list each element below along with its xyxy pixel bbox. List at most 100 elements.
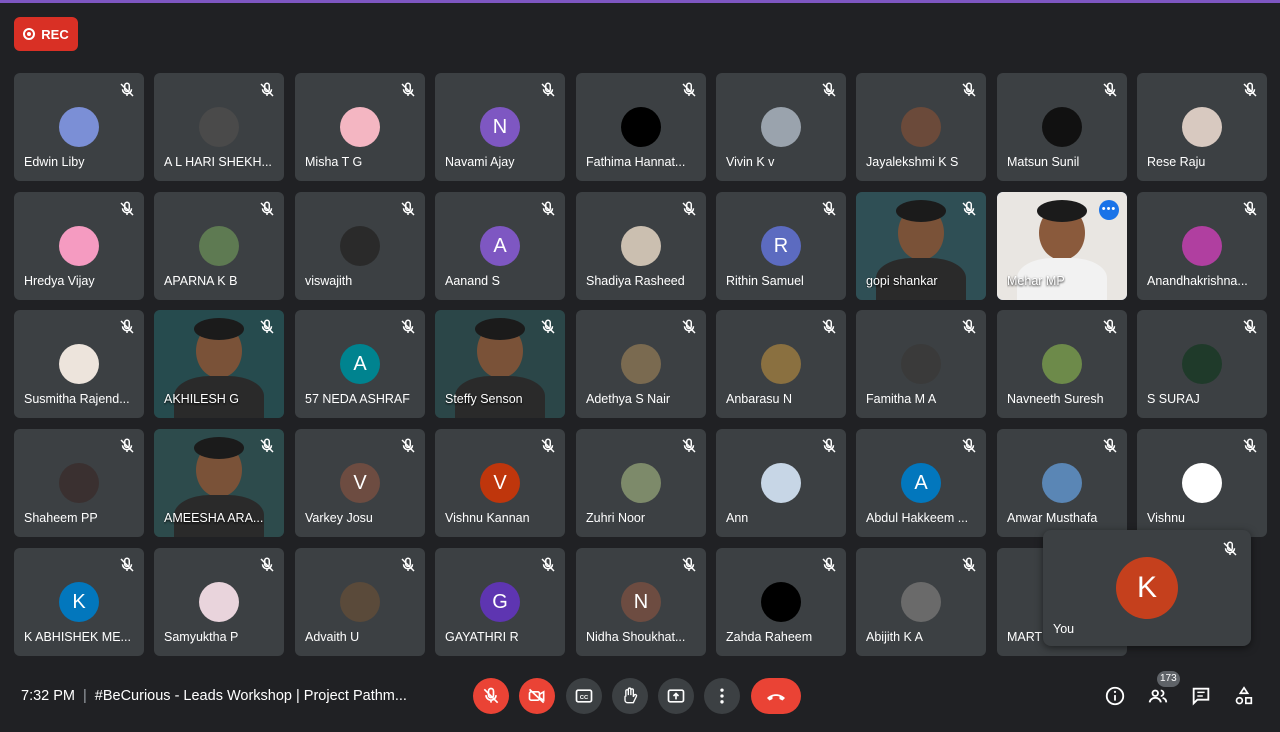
participant-tile[interactable]: Famitha M A — [856, 310, 986, 418]
mic-off-icon — [1243, 82, 1257, 97]
mic-off-icon — [401, 319, 415, 334]
participant-tile[interactable]: V Varkey Josu — [295, 429, 425, 537]
participant-name: gopi shankar — [866, 274, 938, 288]
participant-name: Samyuktha P — [164, 630, 239, 644]
participant-name: Misha T G — [305, 155, 363, 169]
participant-tile[interactable]: APARNA K B — [154, 192, 284, 300]
participant-avatar — [621, 463, 661, 503]
participant-tile[interactable]: AKHILESH G — [154, 310, 284, 418]
participant-name: Zuhri Noor — [586, 511, 646, 525]
people-button[interactable] — [1146, 684, 1170, 708]
mic-off-icon — [962, 438, 976, 453]
participant-tile[interactable]: Anwar Musthafa — [997, 429, 1127, 537]
participant-tile[interactable]: Steffy Senson — [435, 310, 565, 418]
participant-name: Hredya Vijay — [24, 274, 95, 288]
leave-call-button[interactable] — [751, 678, 801, 714]
participant-tile[interactable]: N Nidha Shoukhat... — [576, 548, 706, 656]
participant-tile[interactable]: Samyuktha P — [154, 548, 284, 656]
participant-avatar — [621, 226, 661, 266]
mic-off-icon — [120, 319, 134, 334]
participant-tile[interactable]: Matsun Sunil — [997, 73, 1127, 181]
participant-name: Edwin Liby — [24, 155, 85, 169]
participant-tile[interactable]: Shaheem PP — [14, 429, 144, 537]
participant-tile[interactable]: Ann — [716, 429, 846, 537]
activities-button[interactable] — [1232, 684, 1256, 708]
participant-tile[interactable]: A L HARI SHEKH... — [154, 73, 284, 181]
participant-name: Shadiya Rasheed — [586, 274, 685, 288]
participant-tile[interactable]: V Vishnu Kannan — [435, 429, 565, 537]
top-accent-line — [0, 0, 1280, 3]
participant-tile[interactable]: R Rithin Samuel — [716, 192, 846, 300]
captions-button[interactable]: CC — [566, 678, 602, 714]
participant-tile[interactable]: Anandhakrishna... — [1137, 192, 1267, 300]
participant-name: A L HARI SHEKH... — [164, 155, 272, 169]
participant-name: Steffy Senson — [445, 392, 523, 406]
participant-name: Shaheem PP — [24, 511, 98, 525]
participant-tile[interactable]: Anbarasu N — [716, 310, 846, 418]
participant-name: Aanand S — [445, 274, 500, 288]
participant-tile[interactable]: A 57 NEDA ASHRAF — [295, 310, 425, 418]
mic-off-icon — [682, 319, 696, 334]
bottom-bar: 7:32 PM | #BeCurious - Leads Workshop | Pr… — [0, 668, 1280, 732]
separator: | — [83, 688, 87, 704]
participant-tile[interactable]: gopi shankar — [856, 192, 986, 300]
participant-tile[interactable]: Misha T G — [295, 73, 425, 181]
participant-name: GAYATHRI R — [445, 630, 519, 644]
participant-name: Adethya S Nair — [586, 392, 671, 406]
more-options-button[interactable] — [704, 678, 740, 714]
participant-tile[interactable]: Susmitha Rajend... — [14, 310, 144, 418]
participant-tile[interactable]: Advaith U — [295, 548, 425, 656]
participant-tile[interactable]: Fathima Hannat... — [576, 73, 706, 181]
participant-tile[interactable]: viswajith — [295, 192, 425, 300]
participant-avatar — [621, 107, 661, 147]
participant-tile[interactable]: ••• Mehar MP — [997, 192, 1127, 300]
chat-button[interactable] — [1189, 684, 1213, 708]
participant-avatar — [761, 463, 801, 503]
raise-hand-button[interactable] — [612, 678, 648, 714]
participant-tile[interactable]: N Navami Ajay — [435, 73, 565, 181]
mic-off-icon — [260, 557, 274, 572]
self-view-tile[interactable]: K You — [1043, 530, 1251, 646]
toggle-camera-button[interactable] — [519, 678, 555, 714]
participant-tile[interactable]: Rese Raju — [1137, 73, 1267, 181]
participant-name: Anandhakrishna... — [1147, 274, 1248, 288]
participant-tile[interactable]: Hredya Vijay — [14, 192, 144, 300]
participant-tile[interactable]: K K ABHISHEK ME... — [14, 548, 144, 656]
participant-tile[interactable]: Shadiya Rasheed — [576, 192, 706, 300]
toggle-microphone-button[interactable] — [473, 678, 509, 714]
recording-indicator[interactable]: REC — [14, 17, 78, 51]
participant-tile[interactable]: Abijith K A — [856, 548, 986, 656]
participant-name: Famitha M A — [866, 392, 937, 406]
meeting-details-button[interactable] — [1103, 684, 1127, 708]
participant-tile[interactable]: Navneeth Suresh — [997, 310, 1127, 418]
participant-tile[interactable]: Jayalekshmi K S — [856, 73, 986, 181]
participant-avatar — [1182, 226, 1222, 266]
participant-tile[interactable]: Vishnu — [1137, 429, 1267, 537]
tile-options-icon[interactable]: ••• — [1099, 200, 1119, 220]
participant-tile[interactable]: AMEESHA ARA... — [154, 429, 284, 537]
mic-off-icon — [120, 201, 134, 216]
mic-off-icon — [822, 557, 836, 572]
participant-avatar — [199, 226, 239, 266]
mic-off-icon — [401, 557, 415, 572]
mic-off-icon — [962, 82, 976, 97]
participant-avatar — [1042, 463, 1082, 503]
mic-off-icon — [962, 319, 976, 334]
participant-tile[interactable]: Adethya S Nair — [576, 310, 706, 418]
participant-tile[interactable]: Vivin K v — [716, 73, 846, 181]
participant-name: Matsun Sunil — [1007, 155, 1080, 169]
hang-up-icon — [767, 694, 785, 701]
participant-tile[interactable]: Zahda Raheem — [716, 548, 846, 656]
participant-tile[interactable]: A Abdul Hakkeem ... — [856, 429, 986, 537]
self-name-label: You — [1053, 622, 1075, 636]
participant-avatar — [761, 582, 801, 622]
participant-avatar: N — [621, 582, 661, 622]
participant-tile[interactable]: Edwin Liby — [14, 73, 144, 181]
present-screen-button[interactable] — [658, 678, 694, 714]
participant-avatar — [1182, 107, 1222, 147]
participant-tile[interactable]: A Aanand S — [435, 192, 565, 300]
participant-tile[interactable]: S SURAJ — [1137, 310, 1267, 418]
participant-tile[interactable]: Zuhri Noor — [576, 429, 706, 537]
participant-tile[interactable]: G GAYATHRI R — [435, 548, 565, 656]
participant-avatar — [761, 107, 801, 147]
